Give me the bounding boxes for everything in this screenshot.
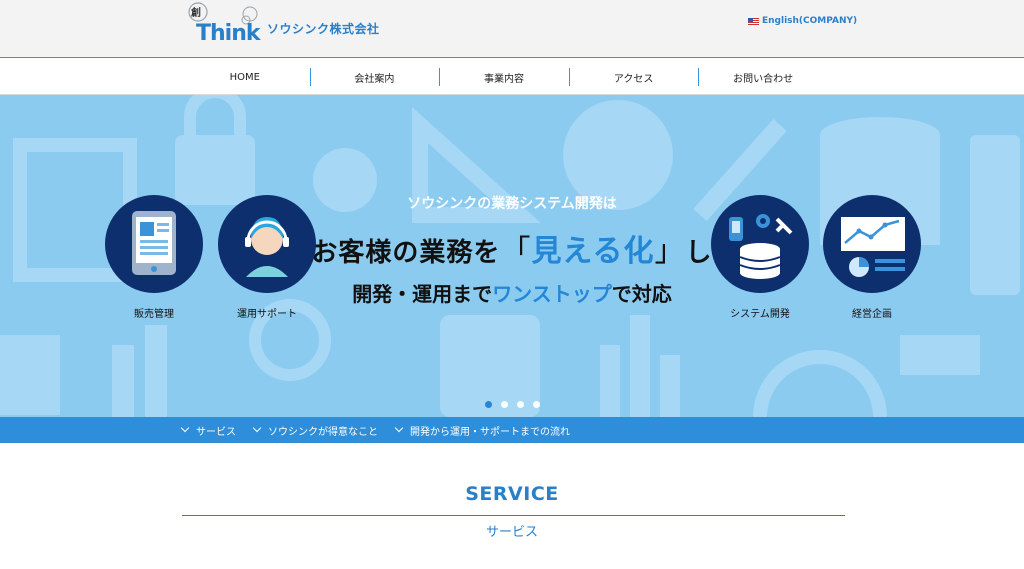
section-title: SERVICE xyxy=(465,483,559,505)
slider-dot-3[interactable] xyxy=(516,401,524,408)
section-divider xyxy=(182,515,845,516)
chevron-down-icon xyxy=(180,423,190,433)
svg-text:Think: Think xyxy=(196,21,262,46)
company-name: ソウシンク株式会社 xyxy=(267,22,380,36)
hero-tagline-pre: 開発・運用まで xyxy=(352,282,493,306)
circle-label-sales: 販売管理 xyxy=(134,309,174,320)
english-link[interactable]: English(COMPANY) xyxy=(748,16,857,26)
nav-item-company[interactable]: 会社案内 xyxy=(309,59,440,95)
circle-system-development xyxy=(711,195,809,293)
chevron-down-icon xyxy=(252,423,262,433)
site-header: 創 Think ソウシンク株式会社 English(COMPANY) xyxy=(0,0,1024,58)
circle-sales-management xyxy=(105,195,203,293)
nav-item-contact[interactable]: お問い合わせ xyxy=(698,59,828,95)
hero-slider[interactable]: ソウシンクの業務システム開発は お客様の業務を「見える化」し 開発・運用までワン… xyxy=(0,95,1024,417)
hero-headline-post: し xyxy=(685,238,713,268)
anchor-flow[interactable]: 開発から運用・サポートまでの流れ xyxy=(394,423,570,438)
hero-headline-highlight: 見える化 xyxy=(531,234,655,269)
chevron-down-icon xyxy=(394,423,404,433)
anchor-strengths-label: ソウシンクが得意なこと xyxy=(268,426,378,438)
circle-label-support: 運用サポート xyxy=(237,309,297,320)
slider-dot-1[interactable] xyxy=(484,401,492,408)
nav-item-access[interactable]: アクセス xyxy=(568,59,699,95)
circle-label-system: システム開発 xyxy=(730,309,790,320)
circle-label-planning: 経営企画 xyxy=(852,309,892,320)
section-subtitle: サービス xyxy=(485,525,538,540)
circle-management-planning xyxy=(823,195,921,293)
database-gear-icon xyxy=(729,214,793,279)
anchor-service[interactable]: サービス xyxy=(180,423,236,438)
circle-operation-support xyxy=(218,195,316,293)
slider-pagination xyxy=(0,401,1024,408)
us-flag-icon xyxy=(748,17,759,25)
page-anchor-bar: サービス ソウシンクが得意なこと 開発から運用・サポートまでの流れ xyxy=(0,417,1024,443)
svg-text:創: 創 xyxy=(190,6,201,19)
anchor-strengths[interactable]: ソウシンクが得意なこと xyxy=(252,423,378,438)
operator-headset-icon xyxy=(245,217,289,277)
hero-headline-bracket-close: 」 xyxy=(654,234,686,269)
main-nav: HOME 会社案内 事業内容 アクセス お問い合わせ xyxy=(0,59,1024,95)
english-link-label: English(COMPANY) xyxy=(762,16,858,26)
slider-dot-2[interactable] xyxy=(500,401,508,408)
hero-headline-bracket-open: 「 xyxy=(500,234,532,269)
hero-tagline-highlight: ワンストップ xyxy=(492,282,612,306)
anchor-flow-label: 開発から運用・サポートまでの流れ xyxy=(410,426,570,438)
hero-headline-pre: お客様の業務を xyxy=(311,238,501,268)
tablet-icon xyxy=(132,211,176,275)
chart-icon xyxy=(841,217,905,277)
nav-item-home[interactable]: HOME xyxy=(180,59,310,95)
nav-item-business[interactable]: 事業内容 xyxy=(439,59,569,95)
hero-tagline-post: で対応 xyxy=(611,282,672,306)
slider-dot-4[interactable] xyxy=(532,401,540,408)
anchor-service-label: サービス xyxy=(196,426,236,438)
